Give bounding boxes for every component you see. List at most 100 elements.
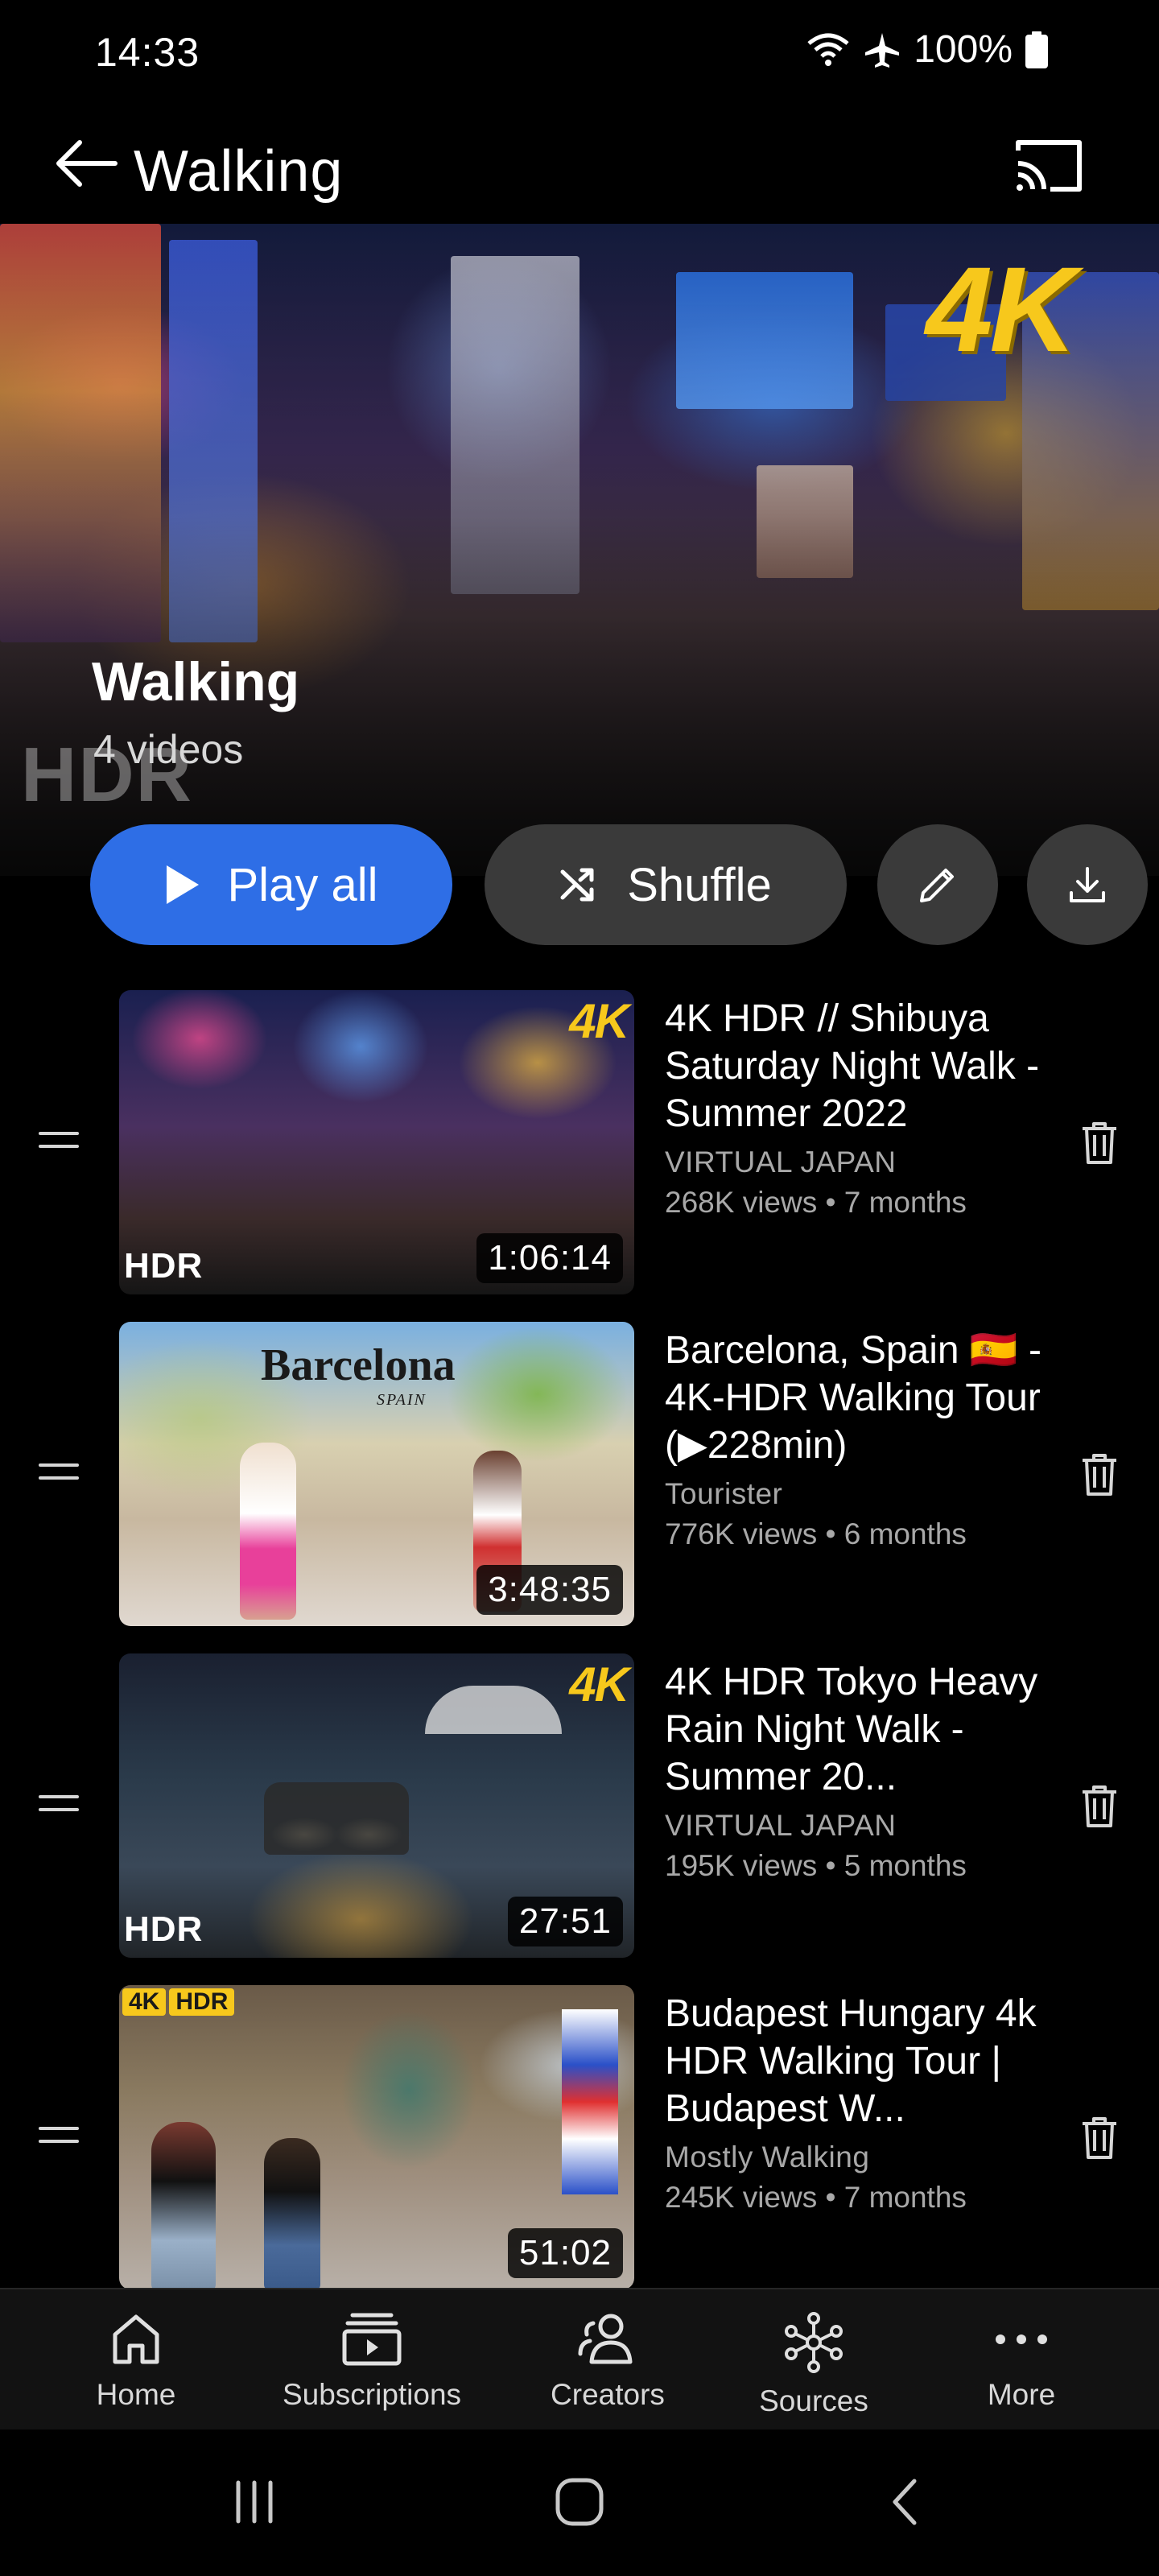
cast-button[interactable]	[1004, 121, 1093, 209]
video-row[interactable]: 4K HDR 51:02 Budapest Hungary 4k HDR Wal…	[0, 1985, 1159, 2288]
back-button[interactable]	[42, 119, 130, 208]
nav-sources[interactable]: Sources	[713, 2312, 914, 2418]
video-meta[interactable]: 4K HDR // Shibuya Saturday Night Walk - …	[665, 995, 1043, 1220]
video-row[interactable]: 4K HDR 27:51 4K HDR Tokyo Heavy Rain Nig…	[0, 1653, 1159, 1959]
battery-icon	[1025, 31, 1048, 68]
nav-label: Creators	[551, 2378, 665, 2411]
shuffle-icon	[560, 868, 594, 902]
nav-label: Sources	[759, 2384, 868, 2417]
nav-subscriptions[interactable]: Subscriptions	[271, 2312, 472, 2412]
recent-apps-icon	[236, 2480, 273, 2524]
trash-icon	[1083, 1454, 1116, 1496]
drag-handle[interactable]	[39, 1132, 79, 1156]
drag-handle[interactable]	[39, 1463, 79, 1488]
delete-button[interactable]	[1067, 2106, 1132, 2170]
recent-apps-button[interactable]	[206, 2462, 303, 2542]
thumb-title-text: Barcelona	[261, 1340, 456, 1390]
wifi-icon	[807, 33, 849, 66]
video-thumbnail[interactable]: 4K HDR 27:51	[119, 1653, 634, 1958]
thumb-hdr-badge: HDR	[124, 1909, 204, 1949]
video-thumbnail[interactable]: 4K HDR 51:02	[119, 1985, 634, 2288]
delete-button[interactable]	[1067, 1111, 1132, 1175]
shuffle-button[interactable]: Shuffle	[485, 824, 847, 945]
status-time: 14:33	[95, 30, 200, 75]
video-duration: 27:51	[507, 1897, 623, 1946]
trash-icon	[1083, 1785, 1116, 1827]
home-circle-icon	[555, 2478, 604, 2526]
home-system-button[interactable]	[531, 2462, 628, 2542]
back-system-button[interactable]	[856, 2462, 953, 2542]
play-icon	[166, 865, 199, 904]
video-meta[interactable]: Barcelona, Spain 🇪🇸 - 4K-HDR Walking Tou…	[665, 1327, 1043, 1551]
video-channel: Mostly Walking	[665, 2140, 870, 2174]
video-row[interactable]: Barcelona SPAIN 3:48:35 Barcelona, Spain…	[0, 1322, 1159, 1628]
sources-icon	[785, 2312, 843, 2373]
thumb-4k-hdr-badge: 4K HDR	[122, 1988, 235, 2016]
app-bar: Walking	[0, 103, 1159, 224]
video-stats: 245K views • 7 months	[665, 2181, 967, 2214]
thumb-figure	[264, 2138, 320, 2288]
edit-button[interactable]	[877, 824, 998, 945]
nav-label: Home	[96, 2378, 176, 2411]
thumb-sign	[562, 2009, 618, 2194]
video-row[interactable]: 4K HDR 1:06:14 4K HDR // Shibuya Saturda…	[0, 990, 1159, 1296]
delete-button[interactable]	[1067, 1443, 1132, 1507]
video-channel: Tourister	[665, 1477, 783, 1510]
download-icon	[1070, 867, 1105, 902]
video-title: 4K HDR Tokyo Heavy Rain Night Walk - Sum…	[665, 1661, 1038, 1798]
drag-handle[interactable]	[39, 2127, 79, 2151]
video-thumbnail[interactable]: 4K HDR 1:06:14	[119, 990, 634, 1294]
chevron-left-icon	[893, 2479, 917, 2525]
thumb-car	[264, 1782, 409, 1855]
drag-handle[interactable]	[39, 1795, 79, 1819]
play-all-button[interactable]: Play all	[90, 824, 452, 945]
play-all-label: Play all	[227, 858, 378, 911]
video-title: 4K HDR // Shibuya Saturday Night Walk - …	[665, 997, 1040, 1135]
nav-label: More	[987, 2378, 1056, 2411]
pencil-icon	[920, 869, 954, 902]
video-title: Budapest Hungary 4k HDR Walking Tour | B…	[665, 1992, 1037, 2130]
thumb-4k-badge: 4K	[569, 994, 629, 1048]
page-title: Walking	[134, 139, 344, 204]
battery-percent: 100%	[914, 28, 1013, 71]
more-icon	[996, 2334, 1047, 2344]
playlist-video-count: 4 videos	[93, 727, 244, 772]
video-channel: VIRTUAL JAPAN	[665, 1809, 897, 1842]
status-icons: 100%	[806, 27, 1048, 72]
video-duration: 3:48:35	[476, 1565, 623, 1615]
video-list: 4K HDR 1:06:14 4K HDR // Shibuya Saturda…	[0, 984, 1159, 2288]
nav-creators[interactable]: Creators	[507, 2312, 708, 2412]
trash-icon	[1083, 1122, 1116, 1164]
system-navigation-bar	[0, 2429, 1159, 2576]
creators-icon	[578, 2314, 633, 2364]
video-duration: 1:06:14	[476, 1233, 623, 1283]
video-thumbnail[interactable]: Barcelona SPAIN 3:48:35	[119, 1322, 634, 1626]
thumb-figure	[240, 1443, 296, 1620]
thumb-4k-badge: 4K	[122, 1988, 167, 2016]
thumb-4k-badge: 4K	[569, 1657, 629, 1711]
arrow-left-icon	[56, 140, 118, 187]
subscriptions-icon	[342, 2313, 402, 2366]
video-stats: 776K views • 6 months	[665, 1517, 967, 1550]
download-button[interactable]	[1027, 824, 1148, 945]
video-meta[interactable]: Budapest Hungary 4k HDR Walking Tour | B…	[665, 1990, 1043, 2215]
video-meta[interactable]: 4K HDR Tokyo Heavy Rain Night Walk - Sum…	[665, 1658, 1043, 1883]
nav-more[interactable]: More	[921, 2312, 1122, 2412]
nav-label: Subscriptions	[282, 2378, 462, 2411]
video-stats: 268K views • 7 months	[665, 1186, 967, 1219]
thumb-subtitle-text: SPAIN	[377, 1391, 427, 1409]
airplane-icon	[865, 32, 900, 68]
playlist-title: Walking	[92, 651, 300, 712]
shuffle-label: Shuffle	[627, 858, 772, 911]
thumb-figure	[151, 2122, 216, 2288]
cast-icon	[1016, 140, 1082, 192]
playlist-hero: 4K HDR Walking 4 videos	[0, 224, 1159, 876]
thumb-hdr-badge: HDR	[169, 1988, 235, 2016]
delete-button[interactable]	[1067, 1774, 1132, 1839]
video-channel: VIRTUAL JAPAN	[665, 1146, 897, 1179]
nav-home[interactable]: Home	[35, 2312, 237, 2412]
video-duration: 51:02	[507, 2228, 623, 2278]
home-icon	[113, 2314, 159, 2364]
trash-icon	[1083, 2117, 1116, 2159]
thumb-hdr-badge: HDR	[124, 1246, 204, 1286]
